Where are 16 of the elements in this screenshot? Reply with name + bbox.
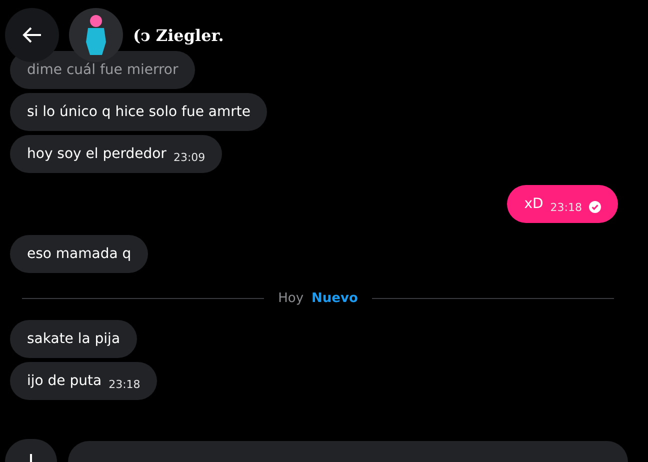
message-text: eso mamada q	[27, 246, 132, 262]
message-input[interactable]	[68, 441, 628, 462]
message-text: dime cuál fue mierror	[27, 62, 178, 78]
message-time: 23:18	[550, 200, 582, 214]
contact-name: (ↄ Ziegler.	[133, 26, 224, 44]
new-label: Nuevo	[312, 291, 358, 306]
message-text: hoy soy el perdedor	[27, 146, 166, 162]
message-time: 23:09	[173, 150, 206, 164]
message-time: 23:18	[108, 378, 140, 390]
message-text: ijo de puta	[27, 373, 102, 389]
message-text: xD	[524, 196, 544, 212]
message-text: sakate la pija	[27, 331, 120, 347]
back-arrow-icon	[22, 26, 42, 44]
message-text: si lo único q hice solo fue amrte	[27, 104, 250, 120]
date-label: Hoy	[278, 291, 304, 306]
figure-icon	[83, 14, 109, 56]
